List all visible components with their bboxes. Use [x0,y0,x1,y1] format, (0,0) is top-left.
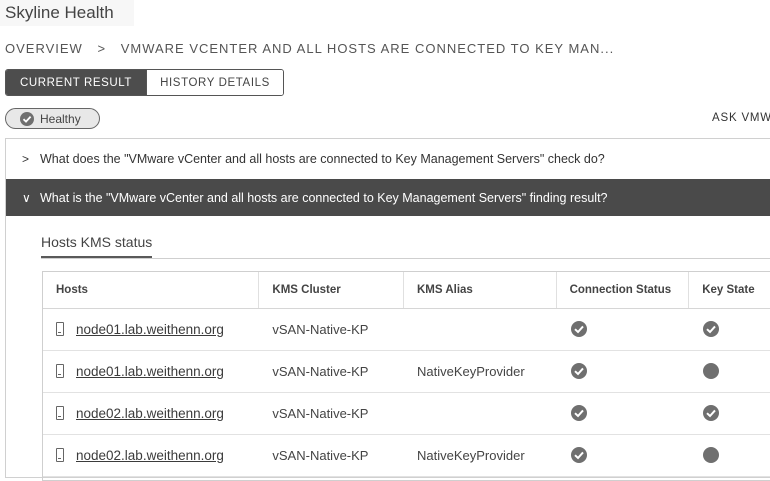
ask-vmware-link[interactable]: ASK VMWA [712,112,770,124]
accordion-label: What is the "VMware vCenter and all host… [40,190,608,205]
key-state-ok-icon [703,321,720,337]
kms-cluster-cell: vSAN-Native-KP [272,405,369,421]
table-row: node02.lab.weithenn.org vSAN-Native-KP [43,392,770,435]
key-state-ok-icon [703,405,720,421]
key-state-neutral-icon [703,363,720,379]
breadcrumb-separator: > [97,41,107,56]
connection-ok-icon [570,405,587,421]
column-header-hosts[interactable]: Hosts [43,272,260,308]
app-title: Skyline Health [0,0,134,26]
kms-alias-cell [404,392,557,434]
result-tabs: CURRENT RESULT HISTORY DETAILS [5,69,284,96]
key-state-neutral-icon [703,447,720,463]
table-header: Hosts KMS Cluster KMS Alias Connection S… [43,272,770,309]
breadcrumb: OVERVIEW > VMWARE VCENTER AND ALL HOSTS … [5,41,614,56]
breadcrumb-current: VMWARE VCENTER AND ALL HOSTS ARE CONNECT… [120,41,615,56]
table-row: node01.lab.weithenn.org vSAN-Native-KP N… [43,350,770,393]
status-badge: Healthy [5,108,100,129]
subtab-divider [41,258,770,259]
accordion-check-description[interactable]: > What does the "VMware vCenter and all … [6,139,770,179]
host-link[interactable]: node02.lab.weithenn.org [76,448,224,463]
tab-hosts-kms-status[interactable]: Hosts KMS status [41,234,153,259]
kms-cluster-cell: vSAN-Native-KP [272,363,369,379]
tab-current-result[interactable]: CURRENT RESULT [6,70,146,95]
table-row: node01.lab.weithenn.org vSAN-Native-KP [43,308,770,351]
host-icon [56,406,64,420]
host-link[interactable]: node01.lab.weithenn.org [76,364,224,379]
status-label: Healthy [40,111,81,126]
accordion-finding-result[interactable]: ∨ What is the "VMware vCenter and all ho… [6,179,770,216]
host-icon [56,448,64,462]
accordion-label: What does the "VMware vCenter and all ho… [40,152,605,166]
breadcrumb-overview-link[interactable]: OVERVIEW [5,41,83,56]
column-header-kms-alias[interactable]: KMS Alias [404,272,557,308]
connection-ok-icon [570,321,587,337]
hosts-kms-table: Hosts KMS Cluster KMS Alias Connection S… [42,271,770,481]
host-icon [56,364,64,378]
column-header-kms-cluster[interactable]: KMS Cluster [259,272,404,308]
check-circle-icon [20,111,34,126]
column-header-connection-status[interactable]: Connection Status [557,272,690,308]
host-link[interactable]: node01.lab.weithenn.org [76,322,224,337]
connection-ok-icon [570,363,587,379]
kms-alias-cell: NativeKeyProvider [417,363,525,379]
column-header-key-state[interactable]: Key State [689,272,770,308]
host-icon [56,322,64,336]
kms-cluster-cell: vSAN-Native-KP [272,321,369,337]
table-row: node02.lab.weithenn.org vSAN-Native-KP N… [43,434,770,477]
host-link[interactable]: node02.lab.weithenn.org [76,406,224,421]
chevron-down-icon: ∨ [22,190,31,205]
chevron-right-icon: > [22,152,30,166]
kms-alias-cell [404,308,557,350]
connection-ok-icon [570,447,587,463]
tab-history-details[interactable]: HISTORY DETAILS [146,70,283,95]
